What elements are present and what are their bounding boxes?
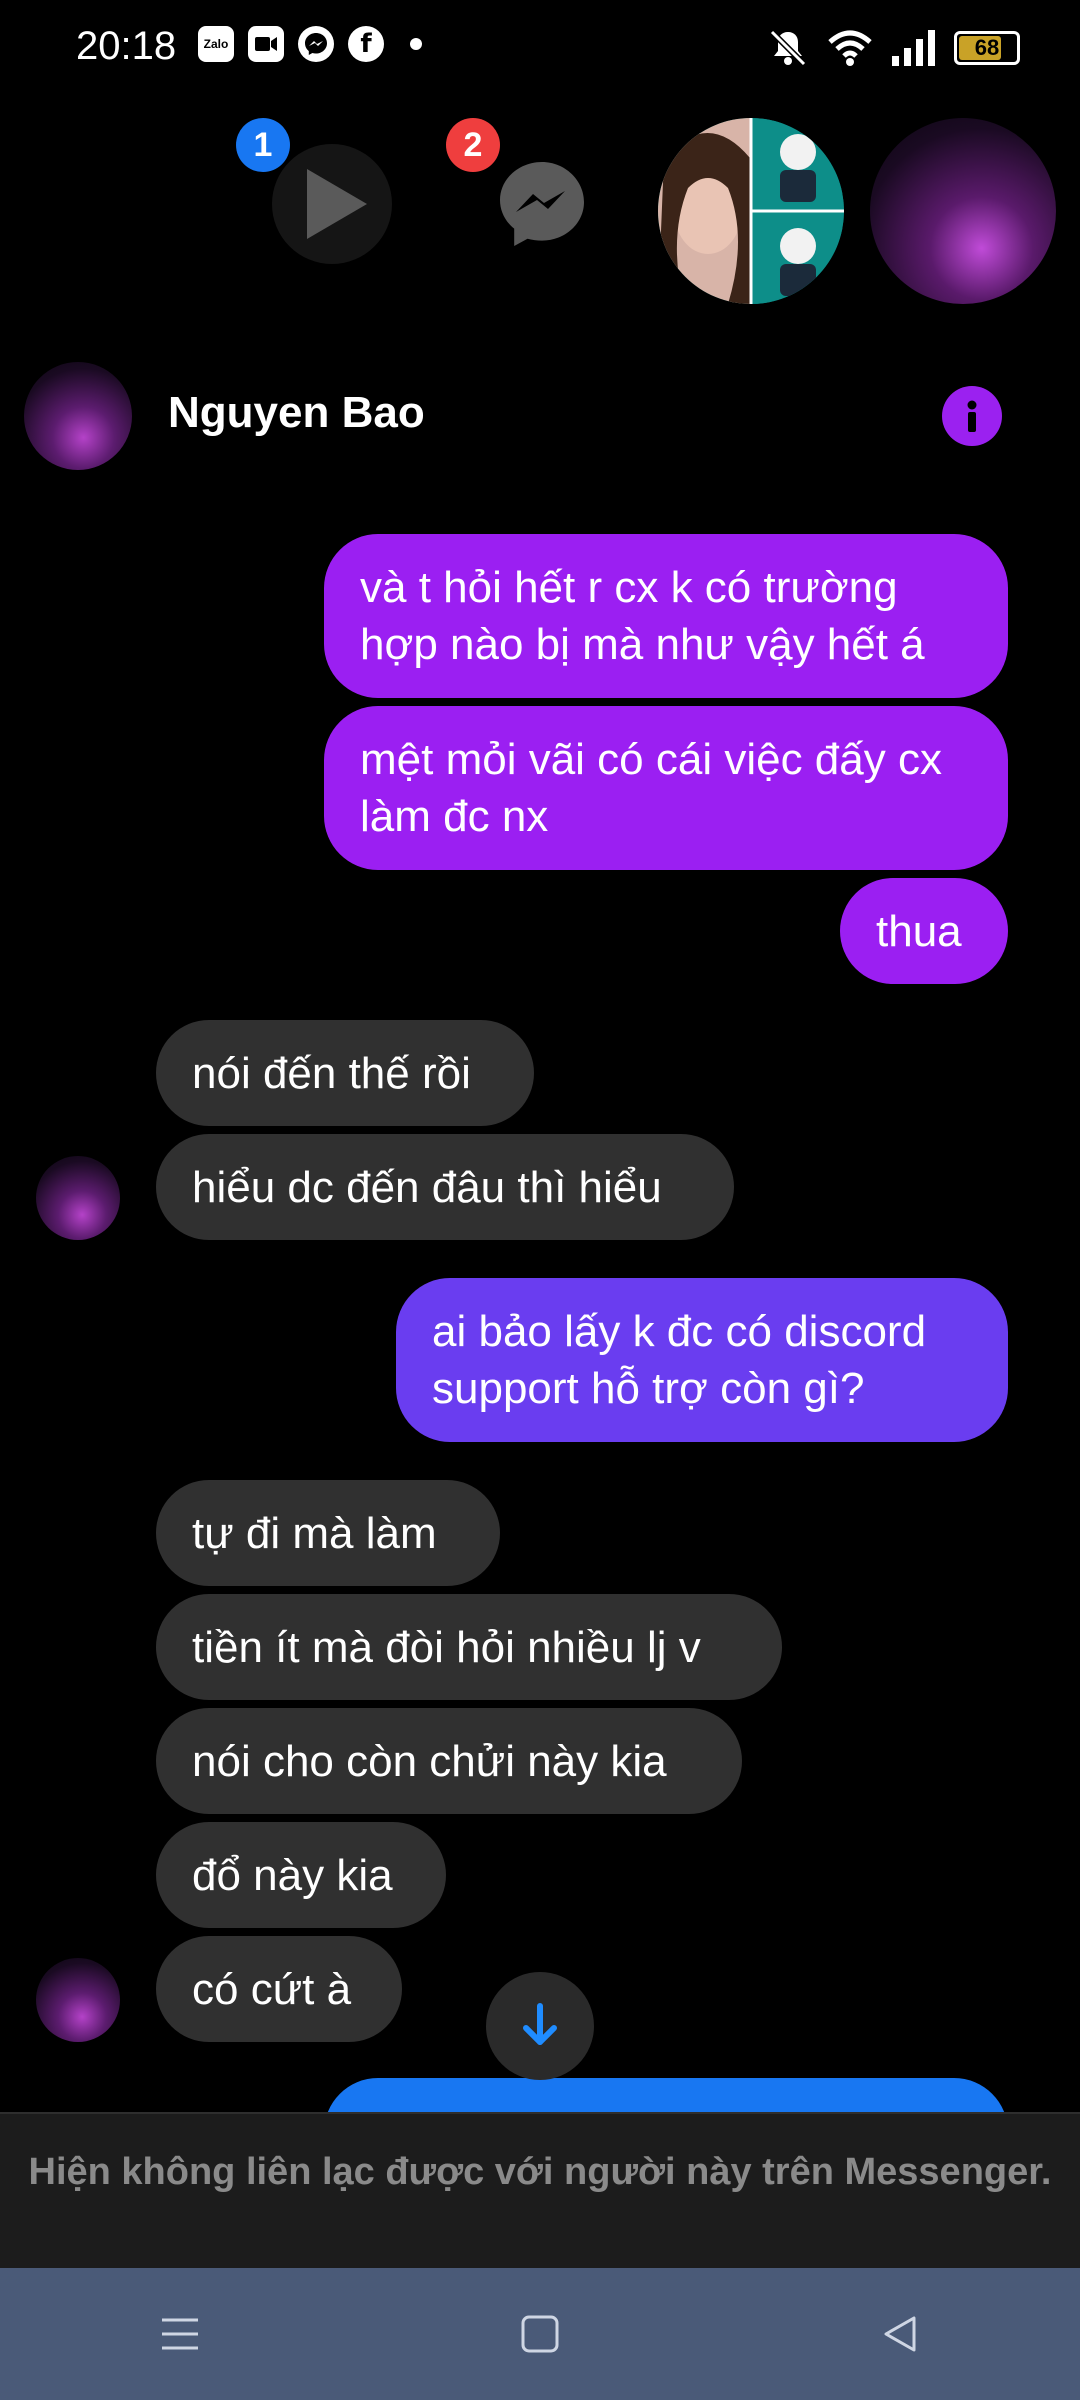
chat-heads-row: 1 2 — [0, 110, 1080, 320]
system-nav-bar — [0, 2268, 1080, 2400]
info-button[interactable] — [942, 386, 1002, 446]
chat-header: Nguyen Bao — [0, 340, 1080, 490]
battery-level: 68 — [974, 35, 1000, 60]
battery-icon: 68 — [954, 31, 1020, 65]
video-bubble-button[interactable] — [272, 144, 392, 264]
system-icons: 68 — [766, 28, 1020, 68]
play-icon — [307, 169, 367, 239]
message-text: tiền ít mà đòi hỏi nhiều lj v — [192, 1622, 701, 1672]
contact-name[interactable]: Nguyen Bao — [168, 388, 425, 438]
notification-icons: Zalo f — [198, 26, 422, 62]
messenger-bubble-button[interactable] — [482, 144, 602, 264]
message-bubble-outgoing[interactable]: mệt mỏi vãi có cái việc đấy cx làm đc nx — [324, 706, 1008, 870]
signal-icon — [892, 30, 935, 66]
message-text: thua — [876, 906, 962, 956]
message-bubble-incoming[interactable]: tiền ít mà đòi hỏi nhiều lj v — [156, 1594, 782, 1700]
message-text: nói đến thế rồi — [192, 1048, 471, 1098]
message-text: tự đi mà làm — [192, 1508, 437, 1558]
message-bubble-incoming[interactable]: đổ này kia — [156, 1822, 446, 1928]
facebook-icon: f — [348, 26, 384, 62]
message-bubble-incoming[interactable]: nói cho còn chửi này kia — [156, 1708, 742, 1814]
messenger-icon — [500, 162, 584, 246]
badge-count-2: 2 — [446, 118, 500, 172]
message-text: có cứt à — [192, 1964, 352, 2014]
arrow-down-icon — [523, 2003, 557, 2045]
status-bar: 20:18 Zalo f 68 — [0, 0, 1080, 100]
back-nav-button[interactable] — [850, 2284, 950, 2384]
message-text: mệt mỏi vãi có cái việc đấy cx làm đc nx — [360, 735, 942, 841]
unavailable-notice: Hiện không liên lạc được với người này t… — [0, 2112, 1080, 2268]
sender-avatar[interactable] — [36, 1958, 120, 2042]
more-notifications-dot — [410, 38, 422, 50]
contact-chat-head-avatar[interactable] — [870, 118, 1056, 304]
mute-icon — [769, 29, 807, 67]
menu-nav-button[interactable] — [130, 2284, 230, 2384]
message-bubble-outgoing[interactable]: và t hỏi hết r cx k có trường hợp nào bị… — [324, 534, 1008, 698]
info-icon — [967, 400, 977, 432]
home-nav-button[interactable] — [490, 2284, 590, 2384]
messenger-icon — [298, 26, 334, 62]
status-time: 20:18 — [76, 24, 177, 68]
sender-avatar[interactable] — [36, 1156, 120, 1240]
group-avatar-image — [658, 118, 844, 304]
message-bubble-outgoing[interactable]: ai bảo lấy k đc có discord support hỗ tr… — [396, 1278, 1008, 1442]
message-bubble-incoming[interactable]: tự đi mà làm — [156, 1480, 500, 1586]
home-square-icon — [521, 2315, 559, 2353]
message-text: ai bảo lấy k đc có discord support hỗ tr… — [432, 1307, 927, 1413]
video-icon — [248, 26, 284, 62]
back-triangle-icon — [884, 2316, 916, 2352]
menu-icon — [162, 2318, 198, 2350]
badge-count-1: 1 — [236, 118, 290, 172]
message-text: đổ này kia — [192, 1850, 393, 1900]
message-text: nói cho còn chửi này kia — [192, 1736, 667, 1786]
scroll-to-bottom-button[interactable] — [486, 1972, 594, 2080]
message-text: hiểu dc đến đâu thì hiểu — [192, 1162, 662, 1212]
message-bubble-incoming[interactable]: hiểu dc đến đâu thì hiểu — [156, 1134, 734, 1240]
zalo-icon: Zalo — [198, 26, 234, 62]
message-bubble-incoming[interactable]: nói đến thế rồi — [156, 1020, 534, 1126]
wifi-icon — [828, 30, 872, 66]
message-text: và t hỏi hết r cx k có trường hợp nào bị… — [360, 563, 925, 669]
group-chat-avatar[interactable] — [658, 118, 844, 304]
message-bubble-incoming[interactable]: có cứt à — [156, 1936, 402, 2042]
contact-avatar[interactable] — [24, 362, 132, 470]
message-bubble-outgoing[interactable]: thua — [840, 878, 1008, 984]
